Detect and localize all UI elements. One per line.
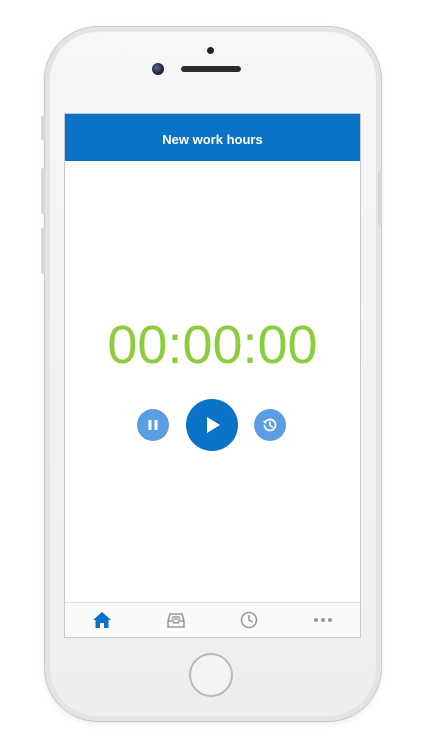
tab-home[interactable] [65, 603, 139, 637]
timer-controls [65, 399, 360, 451]
pause-icon [148, 420, 158, 430]
clock-icon [241, 611, 258, 629]
volume-up-button [41, 168, 45, 214]
inbox-tray-icon [166, 613, 185, 628]
proximity-sensor [207, 47, 214, 54]
app-header: New work hours [65, 114, 360, 161]
more-icon [314, 618, 333, 622]
history-button[interactable] [254, 409, 286, 441]
home-icon [92, 612, 111, 628]
play-icon [207, 417, 220, 433]
page-title: New work hours [162, 132, 263, 147]
tab-inbox[interactable] [139, 603, 213, 637]
pause-button[interactable] [137, 409, 169, 441]
timer-display: 00:00:00 [107, 315, 318, 375]
tab-more[interactable] [286, 603, 360, 637]
tab-clock[interactable] [213, 603, 287, 637]
history-icon [262, 418, 277, 432]
play-button[interactable] [186, 399, 238, 451]
mute-switch [41, 116, 45, 140]
home-button[interactable] [189, 653, 233, 697]
power-button [378, 170, 382, 226]
volume-down-button [41, 228, 45, 274]
front-camera [152, 63, 164, 75]
earpiece-speaker [181, 66, 241, 72]
app-screen: New work hours 00:00:00 [64, 113, 361, 638]
tab-bar [65, 602, 360, 637]
